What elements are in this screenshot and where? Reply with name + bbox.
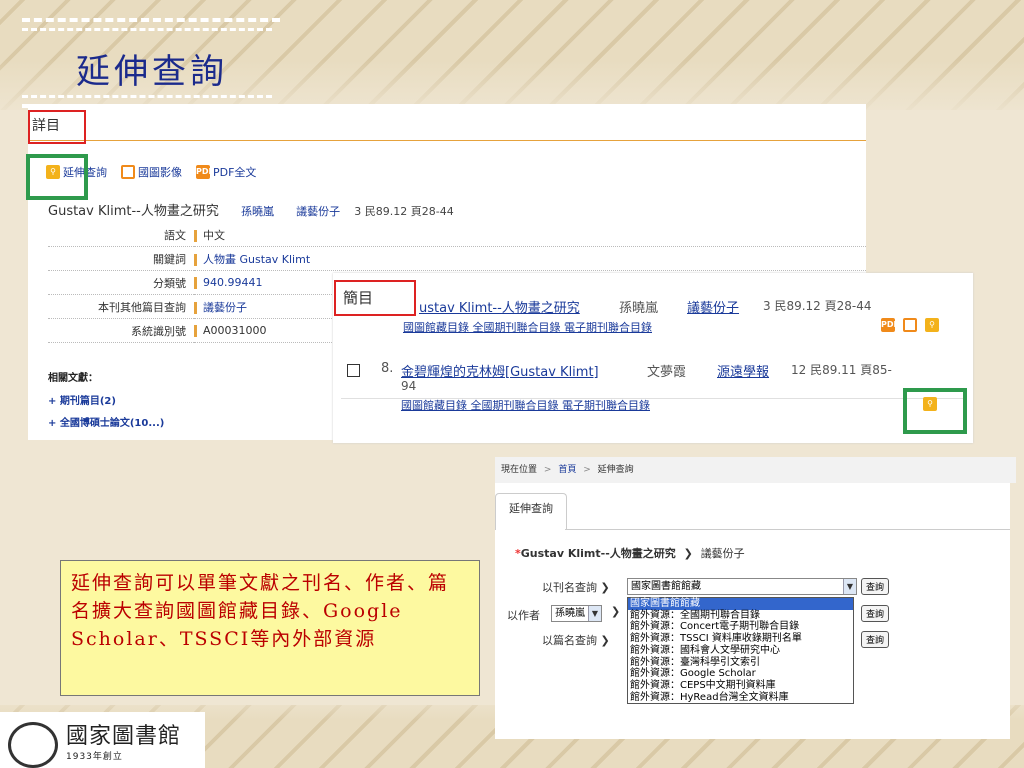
table-row: 關鍵詞 人物畫 Gustav Klimt [48,246,866,271]
result-title-link[interactable]: ustav Klimt--人物畫之研究 [419,297,580,316]
result-meta: 12 民89.11 頁85- [791,363,892,377]
dropdown-option[interactable]: 館外資源：Google Scholar [628,668,853,680]
result-catalog-links[interactable]: 國圖館藏目錄 全國期刊聯合目錄 電子期刊聯合目錄 [403,319,652,335]
callout-note: 延伸查詢可以單筆文獻之刊名、作者、篇名擴大查詢國圖館藏目錄、Google Sch… [60,560,480,696]
classification-link[interactable]: 940.99441 [203,276,263,289]
field-key: 語文 [48,223,194,247]
pdf-icon: PDF [196,165,214,179]
chevron-right-icon: ❯ [600,634,610,647]
record-headline: Gustav Klimt--人物畫之研究 孫曉嵐 議藝份子 3 民89.12 頁… [48,200,454,219]
field-value: 中文 [203,228,225,242]
pdf-icon[interactable]: PDF [881,318,899,332]
chevron-down-icon: ▼ [843,579,856,594]
document-icon[interactable] [903,318,917,332]
search-heading: *Gustav Klimt--人物畫之研究 ❯ 議藝份子 [515,545,745,561]
search-icon[interactable]: ⚲ [925,318,939,332]
query-button-title[interactable]: 查詢 [861,631,890,648]
result-journal-link[interactable]: 議藝份子 [687,297,739,316]
breadcrumb-home-link[interactable]: 首頁 [558,465,576,475]
heading-journal: 議藝份子 [700,547,745,560]
dropdown-option[interactable]: 館外資源：臺灣科學引文索引 [628,657,853,669]
library-image-label: 國圖影像 [138,166,182,179]
dropdown-option[interactable]: 國家圖書館館藏 [628,598,853,610]
extended-search-highlight-box [26,154,88,200]
dropdown-option[interactable]: 館外資源：Concert電子期刊聯合目錄 [628,621,853,633]
table-row: 語文 中文 [48,223,866,247]
tab-detail[interactable]: 詳目 [28,112,866,141]
breadcrumb-current: 延伸查詢 [597,465,634,475]
dropdown-option[interactable]: 館外資源：國科會人文學研究中心 [628,645,853,657]
logo-name: 國家圖書館 [66,724,182,749]
dropdown-option[interactable]: 館外資源：全國期刊聯合目錄 [628,610,853,622]
journal-search-link[interactable]: 議藝份子 [203,301,247,314]
author-select[interactable]: 孫曉嵐 ▼ [551,605,602,622]
record-title: Gustav Klimt--人物畫之研究 [48,204,219,219]
brief-results-panel: 簡目 ustav Klimt--人物畫之研究 孫曉嵐 議藝份子 3 民89.12… [333,273,973,443]
dropdown-option[interactable]: 館外資源：TSSCI 資料庫收錄期刊名單 [628,633,853,645]
record-journal-link[interactable]: 議藝份子 [296,205,340,218]
result-author: 孫曉嵐 [619,301,659,316]
dropdown-option[interactable]: 館外資源：CEPS中文期刊資料庫 [628,680,853,692]
breadcrumb: 現在位置 > 首頁 > 延伸查詢 [495,457,1016,483]
library-emblem-icon [8,722,58,768]
field-key: 分類號 [48,270,194,295]
divider [194,253,197,266]
field-key: 系統識別號 [48,318,194,343]
field-key: 關鍵詞 [48,246,194,271]
record-meta: 3 民89.12 頁28-44 [354,205,454,218]
chevron-right-icon: ❯ [683,547,693,560]
heading-title: Gustav Klimt--人物畫之研究 [520,547,676,560]
divider [194,277,197,289]
tab-highlight-box [28,110,86,144]
divider [565,529,1010,530]
result-journal-link[interactable]: 源遠學報 [717,361,769,380]
divider [194,229,197,242]
result-catalog-links[interactable]: 國圖館藏目錄 全國期刊聯合目錄 電子期刊聯合目錄 [401,397,650,413]
by-author-label: 以作者 [507,609,540,622]
source-select[interactable]: 國家圖書館館藏 ▼ [627,578,857,595]
by-journal-label: 以刊名查詢 ❯ [542,581,610,594]
result-checkbox[interactable] [347,364,360,377]
pdf-fulltext-button[interactable]: PDF PDF全文 [196,164,256,180]
record-author-link[interactable]: 孫曉嵐 [241,205,274,218]
result-author: 文夢霞 [647,365,687,380]
field-key: 本刊其他篇目查詢 [48,294,194,319]
related-item-journals[interactable]: + 期刊篇目(2) [48,392,116,407]
logo-founded: 1933年創立 [66,752,123,762]
dropdown-option[interactable]: 館外資源：HyRead台灣全文資料庫 [628,692,853,704]
pdf-fulltext-label: PDF全文 [213,166,257,179]
library-image-button[interactable]: 國圖影像 [121,164,182,180]
chevron-right-icon: ❯ [611,605,621,618]
chevron-down-icon: ▼ [588,606,601,621]
query-button-journal[interactable]: 查詢 [861,578,890,595]
tab-extended-search[interactable]: 延伸查詢 [495,493,567,530]
field-value: A00031000 [203,324,267,337]
chevron-right-icon: ❯ [600,581,610,594]
related-item-theses[interactable]: + 全國博碩士論文(10...) [48,414,164,429]
related-heading: 相關文獻： [48,373,98,384]
query-button-author[interactable]: 查詢 [861,605,890,622]
tab-brief[interactable]: 簡目 [343,287,373,308]
document-icon [121,165,135,179]
keyword-link[interactable]: 人物畫 Gustav Klimt [203,253,310,266]
library-logo: 國家圖書館 1933年創立 [0,712,205,768]
divider [194,301,197,314]
source-dropdown-list: 國家圖書館館藏 館外資源：全國期刊聯合目錄 館外資源：Concert電子期刊聯合… [627,597,854,705]
breadcrumb-label: 現在位置 [501,465,538,475]
extended-search-highlight-box [903,388,967,434]
result-meta-cont: 94 [401,379,417,393]
result-number: 8. [381,361,394,376]
slide-title: 延伸查詢 [76,52,228,92]
by-title-label: 以篇名查詢 ❯ [542,634,610,647]
result-title-link[interactable]: 金碧輝煌的克林姆[Gustav Klimt] [401,361,599,380]
divider [194,325,197,337]
result-meta: 3 民89.12 頁28-44 [763,299,872,313]
